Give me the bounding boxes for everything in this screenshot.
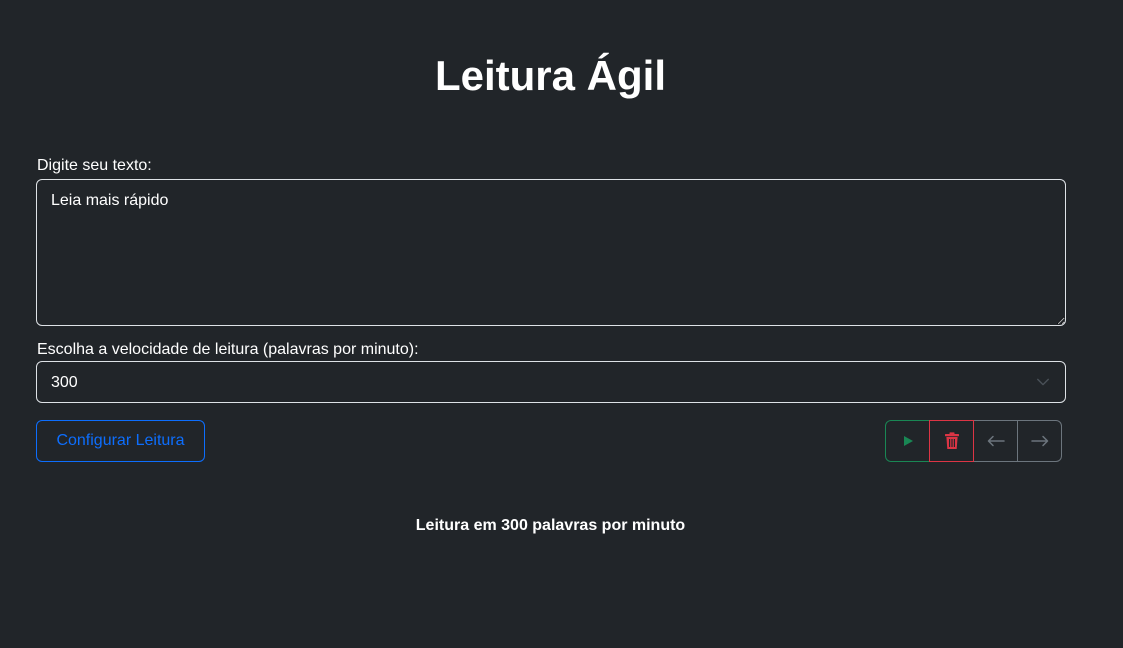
- play-icon: [903, 436, 913, 446]
- speed-select[interactable]: 300: [36, 361, 1066, 403]
- trash-icon: [944, 432, 959, 449]
- arrow-right-icon: [1030, 435, 1048, 447]
- app-page: Leitura Ágil Digite seu texto: Escolha a…: [0, 0, 1123, 648]
- play-button[interactable]: [885, 420, 930, 462]
- reading-controls-group: [885, 420, 1062, 462]
- page-title: Leitura Ágil: [434, 52, 667, 99]
- configure-reading-button[interactable]: Configurar Leitura: [36, 420, 205, 462]
- delete-button[interactable]: [929, 420, 974, 462]
- previous-word-button[interactable]: [973, 420, 1018, 462]
- arrow-left-icon: [987, 435, 1005, 447]
- speed-select-wrapper: 300: [36, 361, 1066, 403]
- speed-select-label: Escolha a velocidade de leitura (palavra…: [37, 341, 419, 358]
- reading-status-text: Leitura em 300 palavras por minuto: [415, 517, 686, 534]
- next-word-button[interactable]: [1017, 420, 1062, 462]
- text-input-label: Digite seu texto:: [37, 157, 152, 174]
- text-input[interactable]: [36, 179, 1066, 326]
